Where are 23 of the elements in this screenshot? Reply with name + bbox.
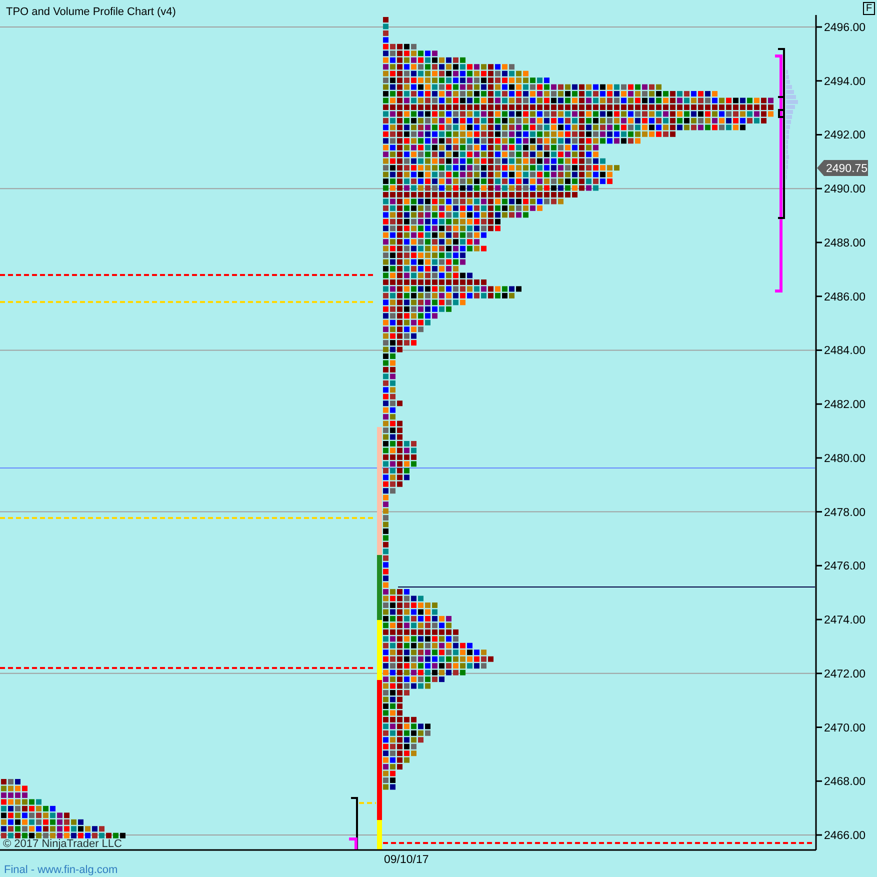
price-axis-label: 2472.00 bbox=[824, 668, 866, 680]
mode-button[interactable]: F bbox=[863, 2, 875, 15]
price-axis-label: 2466.00 bbox=[824, 830, 866, 842]
chart-title: TPO and Volume Profile Chart (v4) bbox=[6, 6, 176, 18]
price-axis-label: 2486.00 bbox=[824, 291, 866, 304]
price-axis-label: 2478.00 bbox=[824, 506, 866, 519]
price-axis-label: 2496.00 bbox=[824, 22, 866, 34]
price-axis-label: 2480.00 bbox=[824, 452, 866, 465]
price-axis-label: 2490.00 bbox=[824, 184, 866, 196]
price-axis-label: 2488.00 bbox=[824, 237, 866, 250]
price-axis-label: 2474.00 bbox=[824, 614, 866, 627]
price-axis-label: 2492.00 bbox=[824, 130, 866, 142]
price-axis-label: 2484.00 bbox=[824, 345, 866, 358]
price-axis-label: 2482.00 bbox=[824, 399, 866, 412]
price-axis-label: 2468.00 bbox=[824, 776, 866, 788]
price-axis-label: 2470.00 bbox=[824, 722, 866, 734]
date-label: 09/10/17 bbox=[384, 854, 429, 866]
price-axis-label: 2476.00 bbox=[824, 560, 866, 573]
footer-text: Final - www.fin-alg.com bbox=[4, 864, 118, 876]
copyright-text: © 2017 NinjaTrader LLC bbox=[3, 838, 122, 850]
last-price-tag: 2490.75 bbox=[817, 160, 868, 176]
price-axis-label: 2494.00 bbox=[824, 76, 866, 88]
price-level-line bbox=[359, 802, 376, 804]
